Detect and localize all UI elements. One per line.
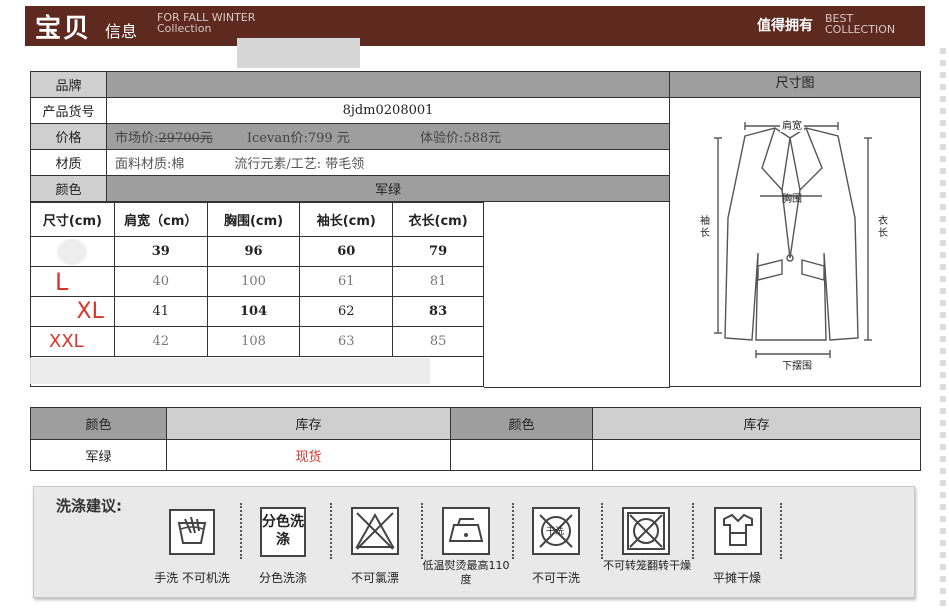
brand-value	[106, 71, 670, 98]
stock-header: 库存	[166, 407, 451, 440]
separator	[512, 503, 514, 559]
edge-strip	[940, 48, 946, 608]
material-value: 面料材质:棉 流行元素/工艺: 带毛领	[106, 149, 670, 176]
hand-wash-label: 手洗 不可机洗	[154, 571, 230, 585]
price-label: 价格	[30, 123, 107, 150]
stock-color-cell: 军绿	[30, 439, 167, 471]
value-cell: 62	[299, 296, 394, 327]
table-row: XXL 42 108 63 85	[30, 326, 484, 357]
logo-text: 宝贝	[35, 14, 92, 44]
size-header: 尺寸(cm)	[30, 202, 115, 237]
sku-label: 产品货号	[30, 97, 107, 124]
size-m-blur	[57, 238, 88, 265]
value-cell: 63	[299, 326, 394, 357]
length-label: 衣长	[878, 216, 888, 239]
color-label: 颜色	[30, 175, 107, 202]
hand-wash-icon	[169, 509, 215, 555]
value-cell: 42	[113, 326, 208, 357]
no-dry-clean-icon: 干洗	[532, 507, 580, 555]
value-cell: 108	[206, 326, 301, 357]
stock-color-header: 颜色	[30, 407, 167, 440]
separator	[330, 503, 332, 559]
size-cell: XXL	[30, 326, 115, 357]
chest-label: 胸围	[782, 194, 802, 205]
header-info: 信息	[105, 22, 138, 41]
header-right-title: 值得拥有	[757, 18, 813, 34]
stock-color-header-2: 颜色	[450, 407, 593, 440]
value-cell: 61	[299, 266, 394, 297]
info-table: 品牌 产品货号 8jdm0208001 价格 市场价:29700元 Icevan价…	[30, 71, 670, 202]
value-cell: 100	[206, 266, 301, 297]
stock-status-cell-2	[592, 439, 921, 471]
size-cell: M	[30, 236, 115, 267]
header-en: FOR FALL WINTER Collection	[157, 11, 256, 35]
table-row: XL 41 104 62 83	[30, 296, 484, 327]
separator	[240, 503, 242, 559]
flat-dry-icon	[714, 507, 762, 555]
separate-wash-label: 分色洗涤	[258, 571, 307, 585]
shoulder-label: 肩宽	[780, 117, 804, 132]
table-row: M 39 96 60 79	[30, 236, 484, 267]
value-cell: 40	[113, 266, 208, 297]
shoulder-header: 肩宽（cm）	[113, 202, 208, 237]
separator	[601, 503, 603, 559]
brand-label: 品牌	[30, 71, 107, 98]
value-cell: 60	[299, 236, 394, 267]
separator	[692, 503, 694, 559]
sleeve-label: 袖长	[700, 216, 710, 239]
no-bleach-icon	[351, 507, 399, 555]
stock-table: 颜色 库存 颜色 库存 军绿 现货	[30, 407, 921, 471]
color-value: 军绿	[106, 175, 670, 202]
no-dry-clean-label: 不可干洗	[531, 571, 580, 585]
chest-header: 胸围(cm)	[206, 202, 301, 237]
low-iron-icon	[442, 507, 490, 555]
value-cell: 39	[113, 236, 208, 267]
value-cell: 85	[392, 326, 484, 357]
blurred-region	[237, 38, 360, 68]
stock-color-cell-2	[450, 439, 593, 471]
header-right-en: BEST COLLECTION	[825, 12, 896, 36]
stock-status-cell: 现货	[166, 439, 451, 471]
info-panel-border	[484, 202, 670, 388]
flat-dry-label: 平摊干燥	[712, 571, 761, 585]
size-cell: XL	[30, 296, 115, 327]
table-row: 军绿 现货	[30, 439, 921, 471]
blurred-row	[30, 358, 430, 384]
stock-header-2: 库存	[592, 407, 921, 440]
sku-value: 8jdm0208001	[106, 97, 670, 124]
hem-label: 下摆围	[780, 357, 814, 372]
length-header: 衣长(cm)	[392, 202, 484, 237]
value-cell: 81	[392, 266, 484, 297]
value-cell: 83	[392, 296, 484, 327]
value-cell: 96	[206, 236, 301, 267]
price-value: 市场价:29700元 Icevan价:799 元 体验价:588元	[106, 123, 670, 150]
no-bleach-label: 不可氯漂	[350, 571, 399, 585]
separator	[780, 503, 782, 559]
wash-title: 洗涤建议:	[56, 497, 122, 515]
header-bar: 宝贝 信息 FOR FALL WINTER Collection 值得拥有 BES…	[25, 6, 925, 46]
jacket-diagram	[714, 122, 872, 358]
wash-instructions: 洗涤建议: 手洗 不可机洗 分色洗涤 分色洗涤 不可氯漂 低温熨烫最高110度 …	[33, 486, 915, 598]
table-row: L 40 100 61 81	[30, 266, 484, 297]
size-cell: L	[30, 266, 115, 297]
low-iron-label: 低温熨烫最高110度	[422, 559, 510, 586]
value-cell: 41	[113, 296, 208, 327]
separator	[421, 503, 423, 559]
separate-wash-icon: 分色洗涤	[260, 507, 306, 557]
no-tumble-dry-icon	[622, 507, 670, 555]
value-cell: 104	[206, 296, 301, 327]
value-cell: 79	[392, 236, 484, 267]
no-tumble-dry-label: 不可转笼翻转干燥	[603, 559, 691, 572]
size-figure-title: 尺寸图	[669, 71, 921, 98]
material-label: 材质	[30, 149, 107, 176]
sleeve-header: 袖长(cm)	[299, 202, 394, 237]
